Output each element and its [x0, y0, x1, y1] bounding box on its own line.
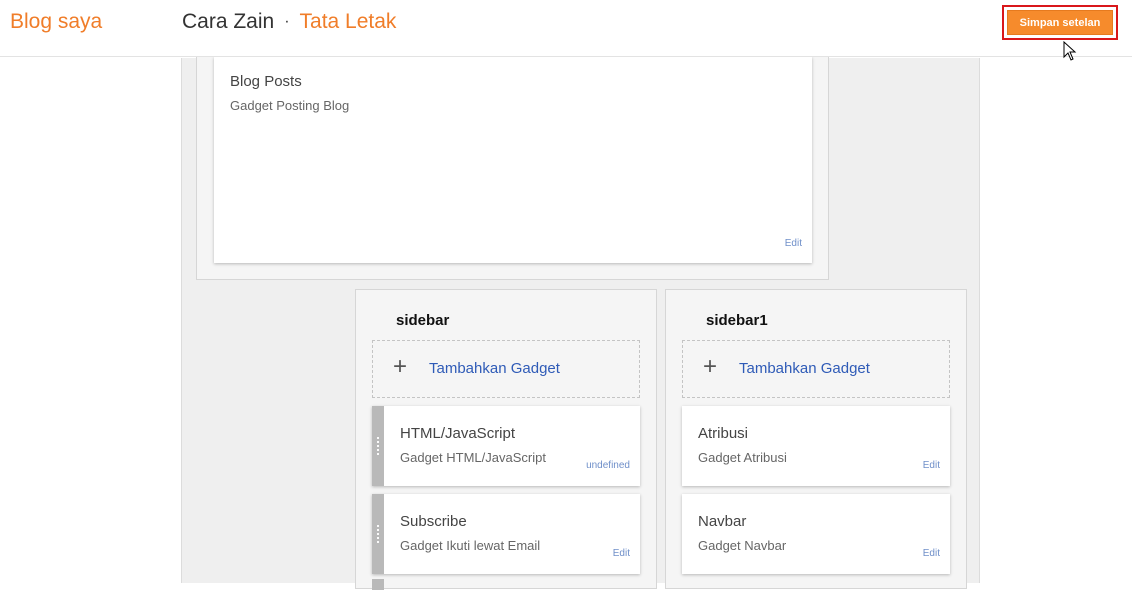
add-gadget-label[interactable]: Tambahkan Gadget: [429, 360, 560, 377]
gadget-title: Subscribe: [400, 513, 467, 530]
page-title: Tata Letak: [299, 10, 397, 33]
save-button-highlight: Simpan setelan: [1002, 5, 1118, 40]
edit-link[interactable]: Edit: [923, 460, 940, 471]
mouse-cursor-icon: [1063, 41, 1077, 61]
plus-icon: +: [393, 353, 408, 380]
main-section: Blog Posts Gadget Posting Blog Edit: [196, 56, 829, 280]
breadcrumb: Cara Zain · Tata Letak: [182, 10, 396, 34]
next-gadget-handle[interactable]: [372, 579, 384, 590]
drag-handle-icon: [376, 524, 380, 544]
gadget-subtitle: Gadget Navbar: [698, 538, 787, 553]
gadget-subtitle: Gadget HTML/JavaScript: [400, 450, 546, 465]
subscribe-gadget[interactable]: Subscribe Gadget Ikuti lewat Email Edit: [372, 494, 640, 574]
save-settings-button[interactable]: Simpan setelan: [1007, 10, 1113, 35]
breadcrumb-separator: ·: [284, 13, 290, 30]
plus-icon: +: [703, 353, 718, 380]
blog-posts-gadget: Blog Posts Gadget Posting Blog Edit: [214, 57, 812, 263]
edit-link[interactable]: undefined: [586, 460, 630, 471]
navbar-gadget[interactable]: Navbar Gadget Navbar Edit: [682, 494, 950, 574]
gadget-subtitle: Gadget Posting Blog: [230, 98, 350, 113]
edit-link[interactable]: Edit: [923, 548, 940, 559]
gadget-title: Atribusi: [698, 425, 749, 442]
attribution-gadget[interactable]: Atribusi Gadget Atribusi Edit: [682, 406, 950, 486]
gadget-subtitle: Gadget Ikuti lewat Email: [400, 538, 541, 553]
add-gadget-button[interactable]: + Tambahkan Gadget: [372, 340, 640, 398]
section-title: sidebar: [396, 312, 450, 329]
gadget-title: HTML/JavaScript: [400, 425, 516, 442]
drag-handle[interactable]: [372, 494, 384, 574]
layout-canvas: Blog Posts Gadget Posting Blog Edit side…: [181, 56, 980, 590]
gadget-subtitle: Gadget Atribusi: [698, 450, 787, 465]
drag-handle[interactable]: [372, 406, 384, 486]
sidebar1-section: sidebar1 + Tambahkan Gadget Atribusi Gad…: [665, 289, 967, 589]
sidebar-section: sidebar + Tambahkan Gadget HTML/JavaScri…: [355, 289, 657, 590]
drag-handle-icon: [376, 436, 380, 456]
top-bar: Blog saya Cara Zain · Tata Letak Simpan se…: [0, 0, 1132, 57]
html-javascript-gadget[interactable]: HTML/JavaScript Gadget HTML/JavaScript u…: [372, 406, 640, 486]
blog-name[interactable]: Cara Zain: [182, 10, 274, 33]
gadget-title: Navbar: [698, 513, 747, 530]
section-title: sidebar1: [706, 312, 768, 329]
edit-link[interactable]: Edit: [785, 238, 802, 249]
gadget-title: Blog Posts: [230, 73, 302, 90]
add-gadget-button[interactable]: + Tambahkan Gadget: [682, 340, 950, 398]
edit-link[interactable]: Edit: [613, 548, 630, 559]
add-gadget-label[interactable]: Tambahkan Gadget: [739, 360, 870, 377]
blog-saya-link[interactable]: Blog saya: [10, 10, 102, 34]
